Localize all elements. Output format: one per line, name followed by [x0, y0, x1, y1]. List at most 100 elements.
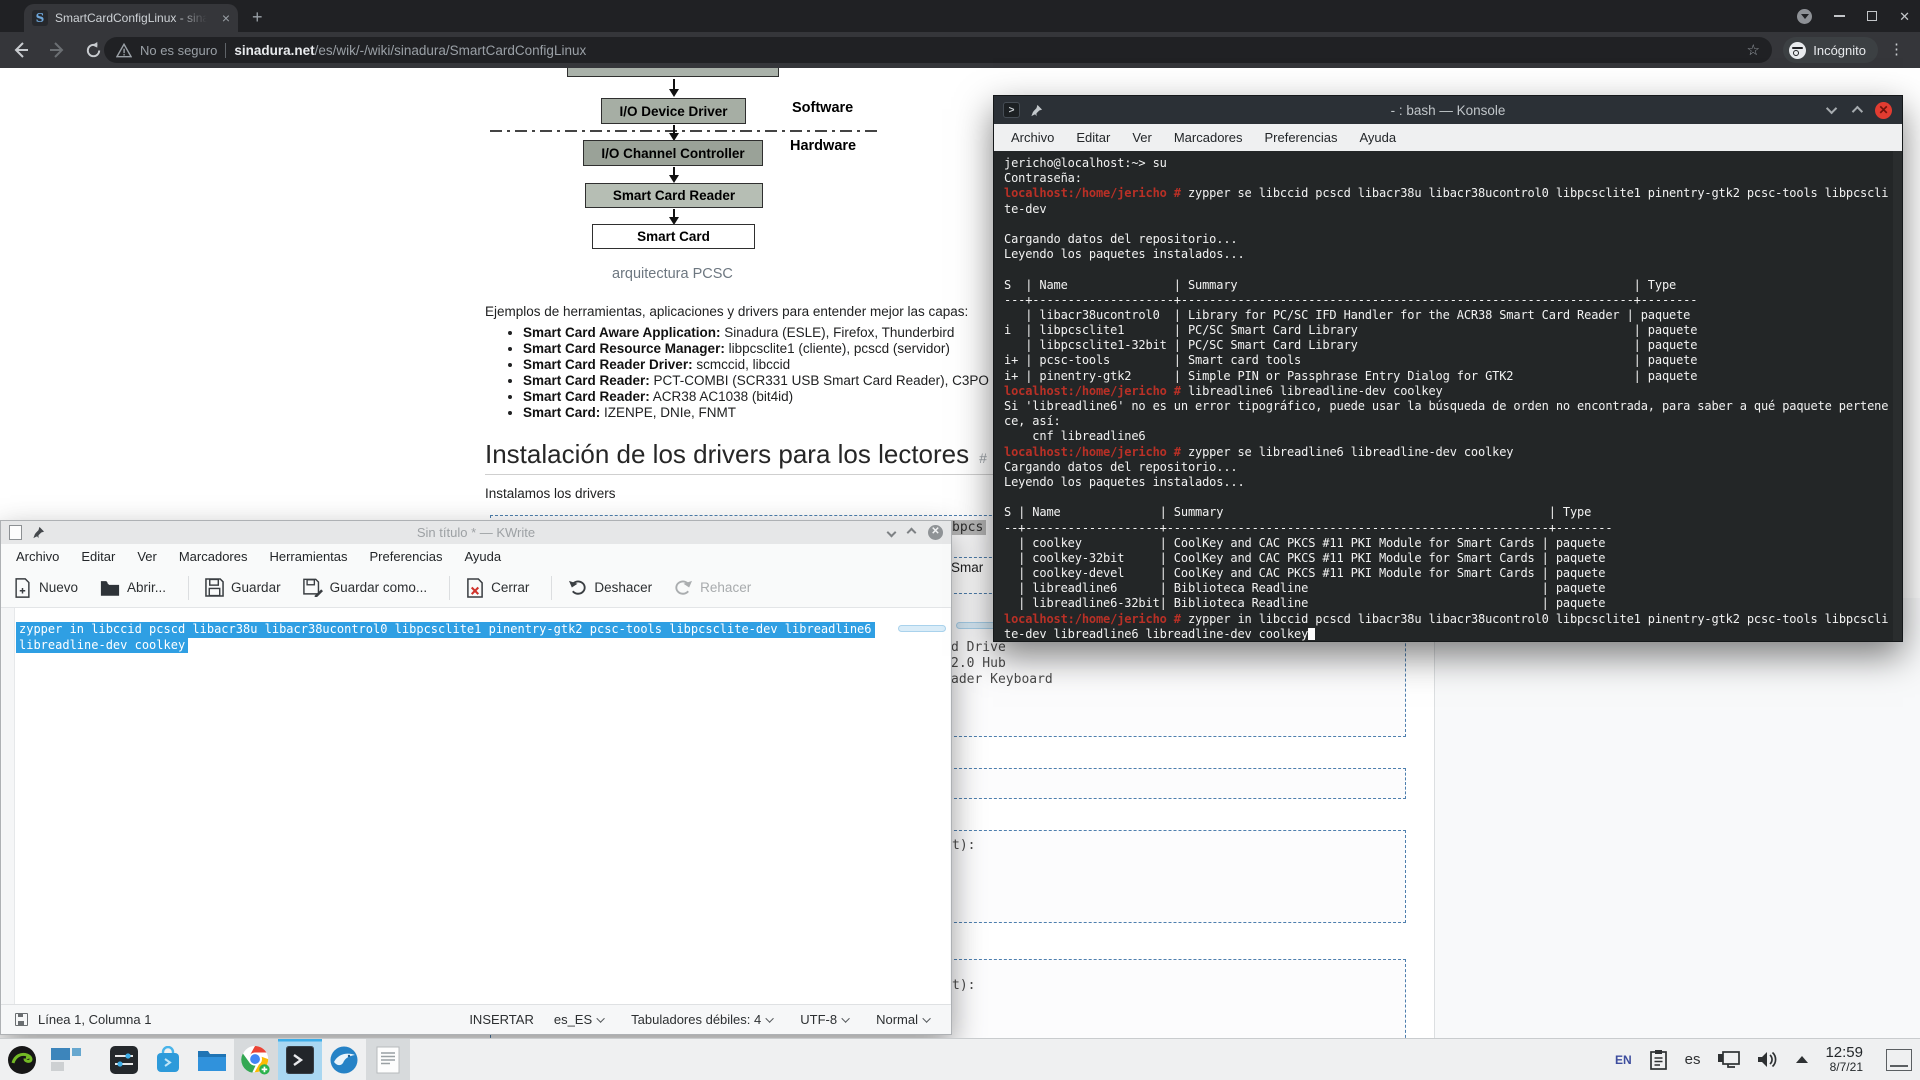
menu-item[interactable]: Ver — [126, 549, 168, 564]
menu-item[interactable]: Preferencias — [359, 549, 454, 564]
kwrite-scrollbar-thumb[interactable] — [898, 625, 946, 632]
code-fragment: t): — [952, 978, 975, 993]
forward-icon[interactable] — [42, 35, 72, 65]
browser-menu-icon[interactable]: ⋮ — [1889, 40, 1904, 58]
konsole-maximize-button[interactable] — [1852, 106, 1863, 117]
terminal-line: localhost:/home/jericho # zypper in libc… — [1004, 612, 1902, 627]
digital-clock[interactable]: 12:59 8/7/21 — [1825, 1046, 1863, 1074]
heading-anchor-link[interactable]: # — [979, 450, 987, 466]
document-icon — [376, 1046, 400, 1074]
clipboard-icon[interactable] — [1649, 1049, 1668, 1070]
paragraph-instalamos: Instalamos los drivers — [485, 486, 616, 501]
task-chrome[interactable] — [234, 1039, 278, 1080]
redo-button[interactable]: Rehacer — [674, 579, 751, 596]
settings-launcher[interactable] — [102, 1039, 146, 1080]
browser-close-button[interactable]: ✕ — [1899, 10, 1910, 23]
tab-width-dropdown[interactable]: Tabuladores débiles: 4 — [625, 1012, 780, 1027]
show-desktop-button[interactable] — [1886, 1049, 1912, 1071]
dictionary-dropdown[interactable]: es_ES — [548, 1012, 611, 1027]
intro-paragraph: Ejemplos de herramientas, aplicaciones y… — [485, 304, 968, 319]
tab-close-icon[interactable]: × — [222, 11, 230, 25]
selected-text-line: zypper in libccid pcscd libacr38u libacr… — [16, 622, 875, 638]
kwrite-maximize-button[interactable] — [907, 528, 917, 538]
new-button[interactable]: Nuevo — [13, 578, 78, 598]
terminal-line: i+ | pinentry-gtk2 | Simple PIN or Passp… — [1004, 369, 1902, 384]
bookmark-star-icon[interactable]: ☆ — [1747, 41, 1760, 59]
browser-toolbar: No es seguro sinadura.net/es/wik/-/wiki/… — [0, 32, 1920, 68]
ibus-language-indicator[interactable]: es — [1685, 1051, 1701, 1068]
selected-code-fragment: bpcs — [949, 520, 986, 535]
diagram-box-smart-card-reader: Smart Card Reader — [585, 183, 763, 208]
not-secure-warning-icon — [116, 43, 132, 58]
close-document-icon — [466, 578, 484, 598]
incognito-badge: Incógnito — [1783, 37, 1878, 63]
open-button[interactable]: Abrir... — [100, 579, 166, 597]
menu-item[interactable]: Ayuda — [1348, 130, 1407, 145]
browser-minimize-button[interactable] — [1834, 15, 1845, 17]
virtual-desktop-pager[interactable] — [44, 1039, 88, 1080]
application-launcher-button[interactable] — [0, 1039, 44, 1080]
new-document-icon — [13, 578, 32, 598]
kwrite-close-button[interactable]: ✕ — [928, 525, 943, 540]
menu-item[interactable]: Archivo — [5, 549, 70, 564]
terminal-scrollbar[interactable] — [1893, 151, 1902, 641]
menu-item[interactable]: Editar — [1065, 130, 1121, 145]
terminal-line: cnf libreadline6 — [1004, 429, 1902, 444]
kwrite-text-area[interactable]: zypper in libccid pcscd libacr38u libacr… — [2, 608, 950, 1006]
menu-item[interactable]: Archivo — [1000, 130, 1065, 145]
thunderbird-icon — [329, 1045, 359, 1075]
browser-tabstrip: S SmartCardConfigLinux - sinad × + ✕ — [0, 0, 1920, 32]
insert-mode-label[interactable]: INSERTAR — [469, 1012, 534, 1027]
taskbar-panel: EN es 12:59 8/7/21 — [0, 1038, 1920, 1080]
diagram-arrow — [673, 209, 675, 218]
browser-tab[interactable]: S SmartCardConfigLinux - sinad × — [24, 4, 238, 32]
close-button[interactable]: Cerrar — [466, 578, 529, 598]
task-konsole[interactable] — [278, 1039, 322, 1080]
display-network-icon[interactable] — [1717, 1050, 1740, 1070]
folder-icon — [197, 1048, 227, 1072]
code-fragment: t): — [952, 838, 975, 853]
terminal-line: localhost:/home/jericho # libreadline6 l… — [1004, 384, 1902, 399]
menu-item[interactable]: Preferencias — [1253, 130, 1348, 145]
dolphin-launcher[interactable] — [190, 1039, 234, 1080]
chevron-down-icon — [841, 1014, 849, 1022]
back-icon[interactable] — [6, 35, 36, 65]
kwrite-titlebar[interactable]: Sin título * — KWrite ✕ — [1, 521, 951, 544]
terminal-output[interactable]: jericho@localhost:~> suContraseña:localh… — [994, 151, 1902, 641]
keyboard-layout-indicator[interactable]: EN — [1615, 1053, 1632, 1067]
code-fragment: ader Keyboard — [951, 672, 1053, 687]
browser-restore-button[interactable] — [1867, 11, 1877, 21]
task-kwrite[interactable] — [366, 1039, 410, 1080]
save-button[interactable]: Guardar — [205, 578, 281, 597]
code-fragment: d Drive — [951, 640, 1006, 655]
chrome-icon — [241, 1045, 271, 1075]
encoding-dropdown[interactable]: UTF-8 — [794, 1012, 856, 1027]
task-thunderbird[interactable] — [322, 1039, 366, 1080]
konsole-title: - : bash — Konsole — [994, 103, 1902, 118]
konsole-app-icon: > — [1003, 102, 1020, 118]
menu-item[interactable]: Marcadores — [1163, 130, 1254, 145]
menu-item[interactable]: Ver — [1121, 130, 1163, 145]
menu-item[interactable]: Marcadores — [168, 549, 259, 564]
highlight-mode-dropdown[interactable]: Normal — [870, 1012, 937, 1027]
save-as-button[interactable]: Guardar como... — [303, 578, 428, 597]
tab-search-icon[interactable] — [1797, 9, 1812, 24]
terminal-line: S | Name | Summary | Type — [1004, 505, 1902, 520]
undo-button[interactable]: Deshacer — [568, 579, 652, 596]
menu-item[interactable]: Herramientas — [258, 549, 358, 564]
address-bar[interactable]: No es seguro sinadura.net/es/wik/-/wiki/… — [104, 37, 1772, 63]
kwrite-minimize-button[interactable] — [887, 528, 897, 538]
tray-expand-icon[interactable] — [1796, 1056, 1808, 1063]
open-folder-icon — [100, 579, 120, 597]
terminal-line: Cargando datos del repositorio... — [1004, 232, 1902, 247]
menu-item[interactable]: Editar — [70, 549, 126, 564]
pin-icon — [32, 526, 45, 539]
konsole-close-button[interactable]: ✕ — [1875, 102, 1892, 119]
new-tab-button[interactable]: + — [252, 8, 263, 26]
discover-launcher[interactable] — [146, 1039, 190, 1080]
konsole-titlebar[interactable]: > - : bash — Konsole ✕ — [994, 96, 1902, 124]
page-right-column — [1434, 598, 1920, 1038]
menu-item[interactable]: Ayuda — [454, 549, 513, 564]
konsole-menubar: ArchivoEditarVerMarcadoresPreferenciasAy… — [994, 124, 1902, 151]
volume-icon[interactable] — [1757, 1050, 1779, 1069]
